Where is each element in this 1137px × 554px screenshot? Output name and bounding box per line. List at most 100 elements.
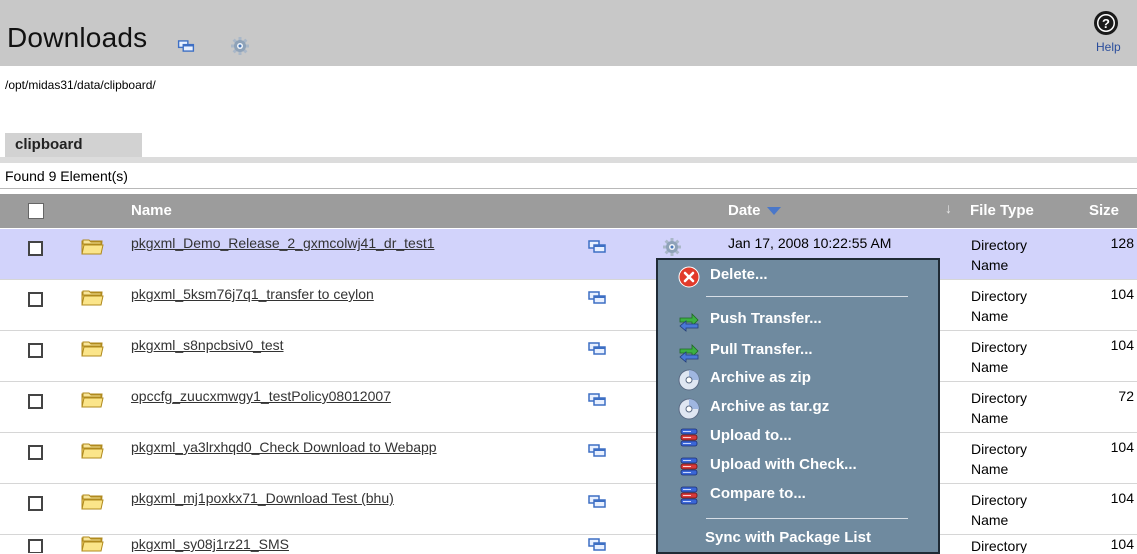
new-window-icon[interactable] — [588, 495, 606, 508]
divider — [0, 188, 1137, 189]
menu-item-archive-targz[interactable]: Archive as tar.gz — [658, 395, 938, 421]
table-row[interactable]: opccfg_zuucxmwgy1_testPolicy08012007 Dir… — [0, 382, 1137, 432]
context-menu: Delete... Push Transfer... Pull Transfer… — [656, 258, 940, 554]
menu-item-label: Pull Transfer... — [710, 341, 813, 358]
column-header-size-label: Size — [1089, 202, 1120, 219]
result-count: Found 9 Element(s) — [5, 168, 128, 184]
file-name-link[interactable]: pkgxml_Demo_Release_2_gxmcolwj41_dr_test… — [131, 235, 435, 251]
folder-icon — [80, 535, 104, 553]
select-all-checkbox[interactable] — [28, 203, 44, 219]
row-size: 104 — [1110, 536, 1134, 552]
menu-item-archive-zip[interactable]: Archive as zip — [658, 366, 938, 392]
row-file-type: Directory — [971, 538, 1028, 553]
menu-item-pull-transfer[interactable]: Pull Transfer... — [658, 338, 938, 364]
push-transfer-icon — [678, 310, 700, 332]
table-row[interactable]: pkgxml_s8npcbsiv0_test Directory Name 10… — [0, 331, 1137, 381]
page-title: Downloads — [7, 22, 148, 53]
new-window-icon[interactable] — [177, 40, 195, 52]
table-row[interactable]: pkgxml_5ksm76j7q1_transfer to ceylon Dir… — [0, 280, 1137, 330]
row-checkbox[interactable] — [28, 292, 43, 307]
menu-separator — [706, 296, 908, 297]
menu-item-label: Upload to... — [710, 427, 792, 444]
folder-icon — [80, 338, 104, 358]
help-icon[interactable]: ? — [1093, 10, 1119, 36]
gear-icon[interactable] — [230, 36, 250, 56]
row-checkbox[interactable] — [28, 539, 43, 553]
folder-icon — [80, 440, 104, 460]
menu-item-label: Upload with Check... — [710, 456, 857, 473]
row-file-type: Directory Name — [971, 492, 1028, 528]
row-file-type: Directory Name — [971, 390, 1028, 426]
file-name-link[interactable]: pkgxml_ya3lrxhqd0_Check Download to Weba… — [131, 439, 437, 455]
new-window-icon[interactable] — [588, 342, 606, 355]
menu-separator — [706, 518, 908, 519]
row-file-type: Directory Name — [971, 288, 1028, 324]
new-window-icon[interactable] — [588, 538, 606, 551]
tab-divider — [0, 157, 1137, 163]
arrow-down-icon: ↓ — [945, 200, 952, 216]
help-link[interactable]: Help — [1096, 40, 1121, 54]
table-row[interactable]: pkgxml_mj1poxkx71_Download Test (bhu) Di… — [0, 484, 1137, 534]
row-file-type: Directory Name — [971, 441, 1028, 477]
new-window-icon[interactable] — [588, 291, 606, 304]
menu-item-delete[interactable]: Delete... — [658, 263, 938, 289]
menu-item-compare-to[interactable]: Compare to... — [658, 482, 938, 508]
server-icon — [678, 427, 700, 449]
disc-icon — [678, 369, 700, 391]
row-file-type: Directory Name — [971, 237, 1028, 273]
menu-item-label: Sync with Package List — [705, 529, 871, 546]
delete-icon — [678, 266, 700, 288]
menu-item-label: Archive as zip — [710, 369, 811, 386]
svg-text:?: ? — [1102, 16, 1110, 31]
row-size: 128 — [1110, 235, 1134, 251]
column-header-size[interactable]: Size — [1089, 202, 1119, 219]
row-checkbox[interactable] — [28, 241, 43, 256]
new-window-icon[interactable] — [588, 393, 606, 406]
row-checkbox[interactable] — [28, 343, 43, 358]
file-name-link[interactable]: pkgxml_mj1poxkx71_Download Test (bhu) — [131, 490, 394, 506]
new-window-icon[interactable] — [588, 240, 606, 253]
disc-icon — [678, 398, 700, 420]
row-date: Jan 17, 2008 10:22:55 AM — [728, 235, 892, 251]
menu-item-label: Delete... — [710, 266, 768, 283]
row-size: 104 — [1110, 490, 1134, 506]
column-header-name-label: Name — [131, 202, 172, 219]
new-window-icon[interactable] — [588, 444, 606, 457]
current-path: /opt/midas31/data/clipboard/ — [5, 78, 156, 92]
menu-item-sync-package-list[interactable]: Sync with Package List — [658, 526, 938, 552]
server-icon — [678, 456, 700, 478]
menu-item-label: Push Transfer... — [710, 310, 822, 327]
row-size: 72 — [1118, 388, 1134, 404]
row-size: 104 — [1110, 439, 1134, 455]
table-row[interactable]: pkgxml_Demo_Release_2_gxmcolwj41_dr_test… — [0, 229, 1137, 279]
table-row[interactable]: pkgxml_sy08j1rz21_SMS Directory 104 — [0, 535, 1137, 553]
file-name-link[interactable]: pkgxml_5ksm76j7q1_transfer to ceylon — [131, 286, 374, 302]
folder-icon — [80, 389, 104, 409]
menu-item-label: Archive as tar.gz — [710, 398, 830, 415]
gear-icon[interactable] — [662, 237, 682, 257]
folder-icon — [80, 287, 104, 307]
row-checkbox[interactable] — [28, 496, 43, 511]
folder-icon — [80, 236, 104, 256]
file-name-link[interactable]: pkgxml_s8npcbsiv0_test — [131, 337, 284, 353]
folder-icon — [80, 491, 104, 511]
tab-clipboard[interactable]: clipboard — [5, 133, 142, 157]
table-header: Name Date ↓ File Type Size — [0, 194, 1137, 228]
column-header-file-type[interactable]: File Type — [970, 202, 1034, 219]
server-icon — [678, 485, 700, 507]
menu-item-push-transfer[interactable]: Push Transfer... — [658, 307, 938, 333]
file-name-link[interactable]: opccfg_zuucxmwgy1_testPolicy08012007 — [131, 388, 391, 404]
menu-item-label: Compare to... — [710, 485, 806, 502]
row-checkbox[interactable] — [28, 445, 43, 460]
row-checkbox[interactable] — [28, 394, 43, 409]
row-size: 104 — [1110, 286, 1134, 302]
column-header-name[interactable]: Name — [131, 202, 172, 219]
file-name-link[interactable]: pkgxml_sy08j1rz21_SMS — [131, 536, 289, 552]
column-header-date[interactable]: Date — [728, 202, 781, 219]
table-row[interactable]: pkgxml_ya3lrxhqd0_Check Download to Weba… — [0, 433, 1137, 483]
menu-item-upload-with-check[interactable]: Upload with Check... — [658, 453, 938, 479]
page-header: Downloads ? Help — [0, 0, 1137, 66]
row-size: 104 — [1110, 337, 1134, 353]
column-header-file-type-label: File Type — [970, 202, 1034, 219]
menu-item-upload-to[interactable]: Upload to... — [658, 424, 938, 450]
